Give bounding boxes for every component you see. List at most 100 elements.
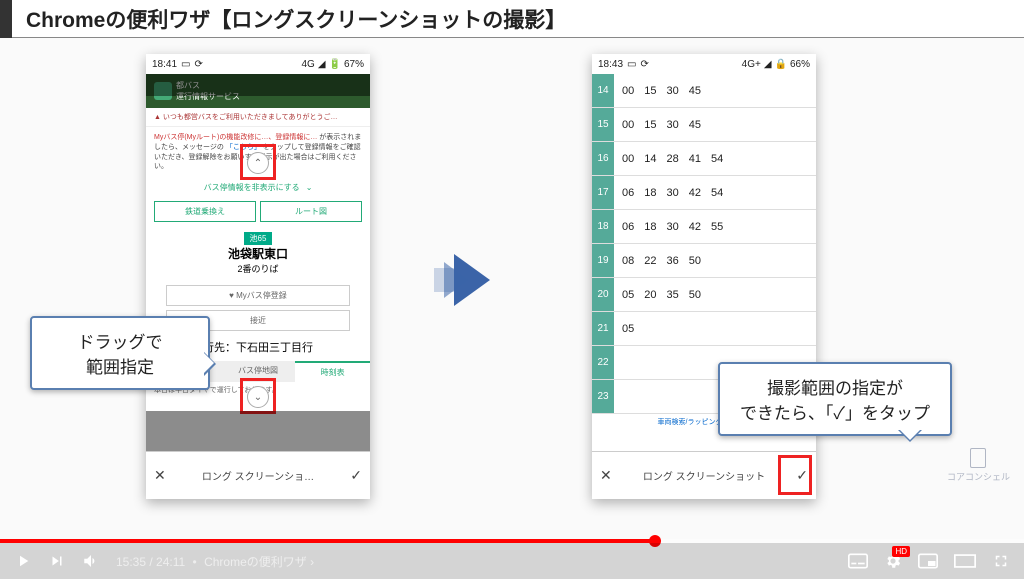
timetable-min: 05 <box>622 289 634 301</box>
timetable-row: 170618304254 <box>592 176 816 210</box>
timetable-min: 15 <box>644 85 656 97</box>
chapter-text[interactable]: Chromeの便利ワザ <box>204 555 307 569</box>
timetable-min: 18 <box>644 221 656 233</box>
status-time: 18:41 <box>152 59 177 70</box>
fullscreen-button[interactable] <box>992 552 1010 570</box>
station-block: 池65 池袋駅東口 2番のりば <box>146 226 370 281</box>
settings-button[interactable]: HD <box>884 552 902 570</box>
timetable-row: 1400153045 <box>592 74 816 108</box>
timetable-min: 35 <box>667 289 679 301</box>
timetable-row: 20 05 20 35 50 <box>592 278 816 312</box>
miniplayer-button[interactable] <box>918 553 938 569</box>
timetable-min: 50 <box>689 255 701 267</box>
timetable-min: 30 <box>667 187 679 199</box>
check-icon[interactable]: ✓ <box>350 467 362 484</box>
status-bar: 18:43 ▭ ⟳ 4G+ ◢ 🔒 66% <box>592 54 816 74</box>
timetable-min: 20 <box>644 289 656 301</box>
timetable-row: 1908223650 <box>592 244 816 278</box>
slide-content: 18:41 ▭ ⟳ 4G ◢ 🔋 67% 都バス 運行情報サービス ▲ いつも都… <box>0 38 1024 543</box>
chevron-right-icon: › <box>310 555 314 569</box>
timetable-hour: 15 <box>592 108 614 141</box>
callout-check-text: 撮影範囲の指定が できたら、「✓」をタップ <box>740 379 930 423</box>
station-platform: 2番のりば <box>146 262 370 275</box>
transfer-button[interactable]: 鉄道乗換え <box>154 201 256 222</box>
callout-drag-text: ドラッグで 範囲指定 <box>78 333 163 377</box>
timetable-min: 18 <box>644 187 656 199</box>
close-icon[interactable]: ✕ <box>154 467 166 484</box>
watermark: コアコンシェル <box>947 448 1010 483</box>
timetable-minutes: 00 15 30 45 <box>614 119 816 131</box>
timetable-min: 54 <box>711 153 723 165</box>
ls-label: ロング スクリーンショ… <box>174 468 343 483</box>
mybus-button[interactable]: ♥ Myバス停登録 <box>166 285 350 306</box>
status-bar: 18:41 ▭ ⟳ 4G ◢ 🔋 67% <box>146 54 370 74</box>
timetable-minutes: 0618304254 <box>614 187 816 199</box>
youtube-icon: ▭ <box>627 59 636 70</box>
ls-label: ロング スクリーンショット <box>620 468 789 483</box>
timetable-min: 42 <box>689 221 701 233</box>
timetable-minutes: 00153045 <box>614 85 816 97</box>
battery-icon: 🔋 <box>329 59 341 70</box>
status-battery: 66% <box>790 59 810 70</box>
warning-banner: ▲ いつも都営バスをご利用いただきましてありがとうご… <box>146 108 370 127</box>
route-map-button[interactable]: ルート図 <box>260 201 362 222</box>
phone-left: 18:41 ▭ ⟳ 4G ◢ 🔋 67% 都バス 運行情報サービス ▲ いつも都… <box>146 54 370 499</box>
next-button[interactable] <box>48 552 66 570</box>
status-time: 18:43 <box>598 59 623 70</box>
slide-heading: Chromeの便利ワザ【ロングスクリーンショットの撮影】 <box>0 0 1024 38</box>
timetable-min: 30 <box>667 119 679 131</box>
timetable-min: 50 <box>689 289 701 301</box>
info-prefix: Myバス停(Myルート)の機能改修に…、登録情報に… <box>154 134 317 141</box>
hide-info-label: バス停情報を非表示にする <box>204 182 300 193</box>
arrow-right-icon <box>454 254 490 306</box>
timetable-hour: 16 <box>592 142 614 175</box>
cast-icon: ⟳ <box>640 59 648 70</box>
timetable-min: 45 <box>689 119 701 131</box>
cast-icon: ⟳ <box>194 59 202 70</box>
timetable-min: 00 <box>622 153 634 165</box>
heading-accent <box>0 0 12 38</box>
dim-bottom <box>146 411 370 451</box>
captions-button[interactable] <box>848 553 868 569</box>
timetable-min: 08 <box>622 255 634 267</box>
highlight-bottom-handle <box>240 378 276 414</box>
timetable-hour: 20 <box>592 278 614 311</box>
timetable-row: 15 00 15 30 45 <box>592 108 816 142</box>
timetable-min: 36 <box>667 255 679 267</box>
dim-top <box>146 74 370 96</box>
timetable-min: 54 <box>711 187 723 199</box>
timetable-min: 05 <box>622 323 634 335</box>
status-battery: 67% <box>344 59 364 70</box>
timetable-minutes: 05 20 35 50 <box>614 289 816 301</box>
hide-info-link[interactable]: バス停情報を非表示にする ⌄ <box>146 178 370 197</box>
timetable-min: 06 <box>622 187 634 199</box>
timetable-min: 00 <box>622 119 634 131</box>
timetable-hour: 17 <box>592 176 614 209</box>
timetable-hour: 19 <box>592 244 614 277</box>
timetable-min: 14 <box>644 153 656 165</box>
timetable-min: 30 <box>667 85 679 97</box>
timetable-row: 180618304255 <box>592 210 816 244</box>
timetable-min: 15 <box>644 119 656 131</box>
volume-button[interactable] <box>82 552 100 570</box>
status-network: 4G <box>301 59 314 70</box>
timetable-min: 06 <box>622 221 634 233</box>
timetable-hour: 18 <box>592 210 614 243</box>
time-text: 15:35 / 24:11 <box>116 555 185 569</box>
theater-button[interactable] <box>954 554 976 568</box>
timetable-min: 28 <box>667 153 679 165</box>
watermark-icon <box>970 448 986 468</box>
timetable-minutes: 00 14 28 41 54 <box>614 153 816 165</box>
signal-icon: ◢ <box>318 59 326 70</box>
callout-check: 撮影範囲の指定が できたら、「✓」をタップ <box>718 362 952 436</box>
timetable-row: 2105 <box>592 312 816 346</box>
timetable-min: 41 <box>689 153 701 165</box>
timetable-hour: 14 <box>592 74 614 107</box>
tab-timetable[interactable]: 時刻表 <box>295 361 370 382</box>
station-name: 池袋駅東口 <box>146 245 370 262</box>
close-icon[interactable]: ✕ <box>600 467 612 484</box>
signal-icon: ◢ <box>764 59 772 70</box>
timetable-min: 30 <box>667 221 679 233</box>
play-button[interactable] <box>14 552 32 570</box>
callout-drag: ドラッグで 範囲指定 <box>30 316 210 390</box>
